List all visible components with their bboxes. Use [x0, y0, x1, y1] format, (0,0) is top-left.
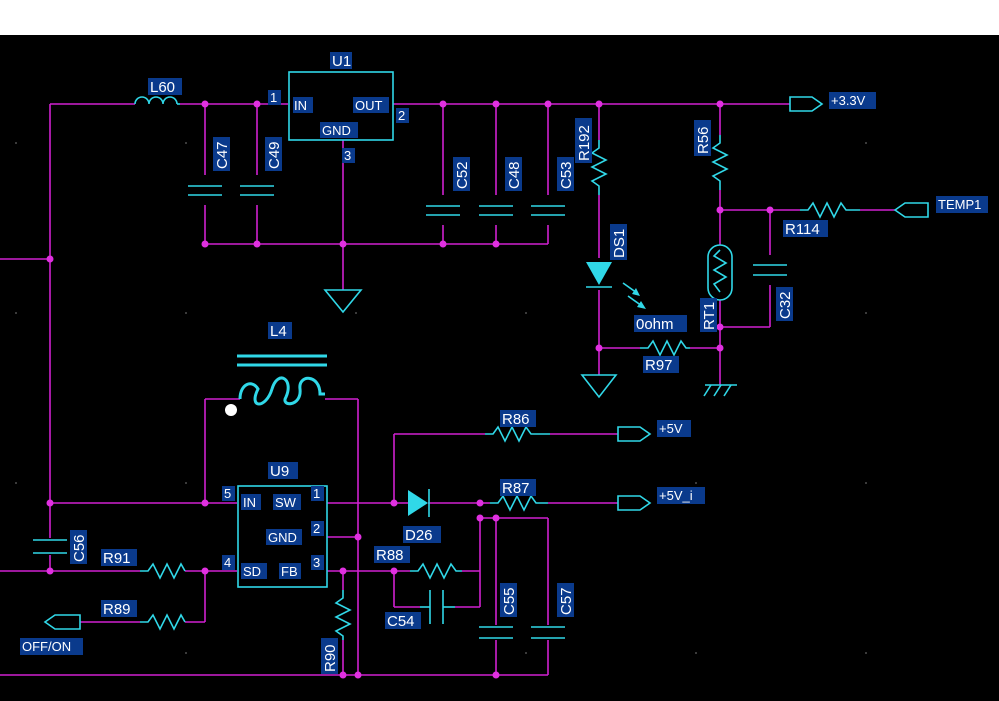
u1-pin1: 1 — [270, 90, 277, 105]
label-c49: C49 — [266, 141, 283, 169]
u9-pin2: 2 — [313, 521, 320, 536]
u9-pin-sw: SW — [275, 495, 297, 510]
label-r192: R192 — [576, 125, 593, 161]
u1-pin-in: IN — [294, 98, 307, 113]
net-label-temp1: TEMP1 — [938, 197, 981, 212]
u9-pin3: 3 — [313, 555, 320, 570]
label-c56: C56 — [71, 534, 88, 562]
label-r90: R90 — [322, 644, 339, 672]
u9-pin-gnd: GND — [268, 530, 297, 545]
label-c32: C32 — [777, 291, 794, 319]
label-r88: R88 — [376, 547, 404, 564]
u9-pin-sd: SD — [243, 564, 261, 579]
net-label-off-on: OFF/ON — [22, 639, 71, 654]
label-rt1: RT1 — [701, 302, 718, 330]
label-c55: C55 — [501, 587, 518, 615]
label-c47: C47 — [214, 141, 231, 169]
label-c48: C48 — [506, 161, 523, 189]
label-r89: R89 — [103, 601, 131, 618]
label-l4: L4 — [270, 323, 287, 340]
u9-pin-in: IN — [243, 495, 256, 510]
label-r114: R114 — [785, 221, 820, 238]
label-r87: R87 — [502, 480, 530, 497]
label-c53: C53 — [558, 161, 575, 189]
u9-pin-fb: FB — [281, 564, 298, 579]
label-r86: R86 — [502, 411, 530, 428]
schematic-background — [0, 35, 999, 701]
schematic-page: U1 L60 C47 C49 C52 C48 C53 R192 R56 R114… — [0, 0, 999, 701]
u9-pin4: 4 — [224, 555, 231, 570]
u1-pin-out: OUT — [355, 98, 383, 113]
u1-pin3: 3 — [344, 148, 351, 163]
label-u1: U1 — [332, 53, 351, 70]
label-c54: C54 — [387, 613, 415, 630]
label-l60: L60 — [150, 79, 175, 96]
label-c57: C57 — [558, 587, 575, 615]
label-r97: R97 — [645, 357, 673, 374]
u1-pin-gnd: GND — [322, 123, 351, 138]
net-label-5v: +5V — [659, 421, 683, 436]
u1-pin2: 2 — [398, 108, 405, 123]
label-r91: R91 — [103, 550, 131, 567]
label-r56: R56 — [695, 126, 712, 154]
u9-pin5: 5 — [224, 486, 231, 501]
label-ds1: DS1 — [611, 229, 628, 258]
label-r97-value: 0ohm — [636, 316, 674, 333]
schematic-canvas: U1 L60 C47 C49 C52 C48 C53 R192 R56 R114… — [0, 35, 999, 701]
net-label-5v-i: +5V_i — [659, 488, 693, 503]
net-label-3v3: +3.3V — [831, 93, 866, 108]
u9-pin1: 1 — [313, 486, 320, 501]
label-u9: U9 — [270, 463, 289, 480]
label-c52: C52 — [454, 161, 471, 189]
label-d26: D26 — [405, 527, 433, 544]
